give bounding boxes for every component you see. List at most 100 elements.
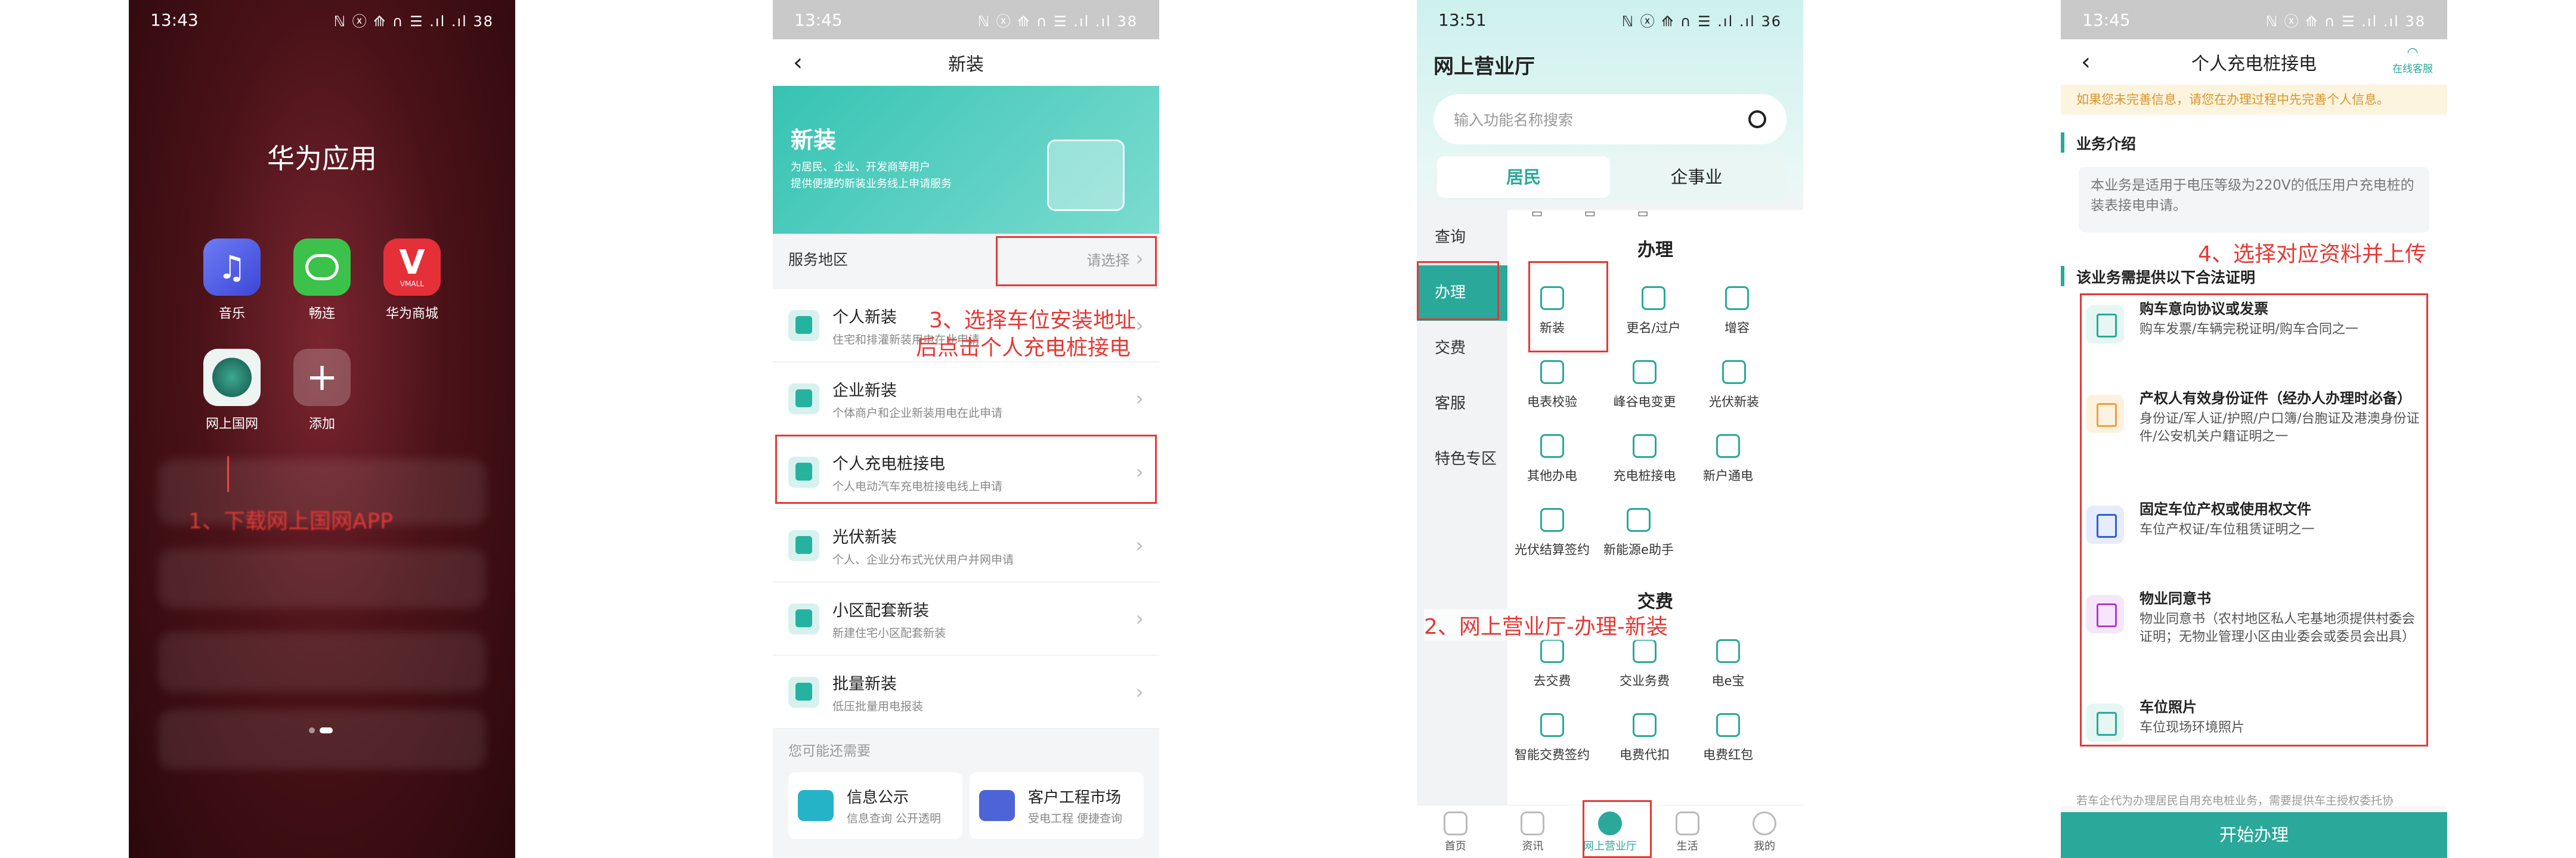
doc-desc: 车位产权证/车位租赁证明之一 xyxy=(2140,522,2315,537)
grid-label: 电e宝 xyxy=(1711,674,1745,688)
list-item[interactable]: 批量新装 低压批量用电报装 › xyxy=(773,656,1159,729)
card-info-public[interactable]: 信息公示 信息查询 公开透明 xyxy=(788,772,962,839)
grid-item[interactable]: 峰谷电变更 xyxy=(1603,360,1686,410)
phone-charging-pile: 13:45 ℕ ⓧ ⟰ ∩ ☰ .ıl .ıl 38 ‹ 个人充电桩接电 ◠ 在线… xyxy=(2061,0,2447,858)
blurred-area xyxy=(159,549,485,608)
annotation-step4: 4、选择对应资料并上传 xyxy=(2198,242,2426,267)
vmall-text: VMALL xyxy=(400,280,425,288)
app-music[interactable]: ♫ 音乐 xyxy=(199,238,265,322)
nav-bar: ‹ 个人充电桩接电 ◠ 在线客服 xyxy=(2061,39,2447,85)
item-desc: 个体商户和企业新装用电在此申请 xyxy=(832,406,1003,420)
back-arrow-icon[interactable]: ‹ xyxy=(793,49,803,76)
grid-item[interactable]: 增容 xyxy=(1695,286,1779,336)
user-icon xyxy=(1753,811,1777,835)
doc-item[interactable]: 物业同意书 物业同意书（农村地区私人宅基地须提供村委会证明；无物业管理小区由业委会… xyxy=(2086,589,2422,679)
home-power-icon xyxy=(1716,434,1740,458)
status-time: 13:45 xyxy=(794,10,843,30)
chevron-right-icon: › xyxy=(1135,386,1144,411)
smart-pay-icon xyxy=(1540,713,1564,737)
grid-item[interactable]: 交业务费 xyxy=(1603,639,1686,689)
bottom-nav-life[interactable]: 生活 xyxy=(1649,806,1726,858)
rename-icon xyxy=(1642,286,1665,310)
search-input[interactable]: 输入功能名称搜索 xyxy=(1454,109,1573,130)
nav-special[interactable]: 特色专区 xyxy=(1417,432,1507,487)
grid-label: 增容 xyxy=(1724,321,1750,335)
grid-label: 电表校验 xyxy=(1527,395,1577,409)
building-icon xyxy=(788,603,819,634)
doc-item[interactable]: 固定车位产权或使用权文件 车位产权证/车位租赁证明之一 xyxy=(2086,500,2422,576)
item-desc: 低压批量用电报装 xyxy=(832,699,924,713)
search-icon[interactable] xyxy=(1748,110,1766,128)
app-chat[interactable]: 畅连 xyxy=(289,238,355,322)
solar-settle-icon xyxy=(1540,508,1564,532)
phone-new-install: 13:45 ℕ ⓧ ⟰ ∩ ☰ .ıl .ıl 38 ‹ 新装 新装 为居民、企… xyxy=(773,0,1159,858)
grid-item[interactable]: 新能源e助手 xyxy=(1597,508,1680,558)
enterprise-install-icon xyxy=(788,383,819,414)
status-bar: 13:43 ℕ ⓧ ⟰ ∩ ☰ .ıl .ıl 38 xyxy=(129,0,515,39)
photo-icon xyxy=(2086,704,2124,742)
doc-item[interactable]: 购车意向协议或发票购车发票/车辆完税证明/购车合同之一 xyxy=(2086,299,2422,376)
tools-icon xyxy=(979,790,1015,821)
item-title: 小区配套新装 xyxy=(832,601,929,620)
card-project-market[interactable]: 客户工程市场 受电工程 便捷查询 xyxy=(970,772,1144,839)
solar-icon xyxy=(1722,360,1746,384)
grid-item[interactable]: 充电桩接电 xyxy=(1603,434,1686,484)
grid-item[interactable]: 光伏新装 xyxy=(1692,360,1776,410)
parking-icon xyxy=(2086,506,2124,544)
phone-home-screen: 13:43 ℕ ⓧ ⟰ ∩ ☰ .ıl .ıl 38 华为应用 ♫ 音乐 畅连 … xyxy=(129,0,515,858)
folder-title: 华为应用 xyxy=(267,143,377,175)
grid-item[interactable]: 智能交费签约 xyxy=(1510,713,1594,763)
grid-item[interactable]: 电表校验 xyxy=(1510,360,1594,410)
app-add[interactable]: + 添加 xyxy=(289,349,355,432)
annotation-step1: 1、下载网上国网APP xyxy=(188,509,393,534)
grid-item[interactable]: 新户通电 xyxy=(1686,434,1770,484)
grid-label: 智能交费签约 xyxy=(1515,748,1590,762)
grid-item[interactable]: 其他办电 xyxy=(1510,434,1594,484)
online-service-button[interactable]: ◠ 在线客服 xyxy=(2392,45,2433,75)
charging-icon xyxy=(1633,434,1657,458)
card-desc: 受电工程 便捷查询 xyxy=(1028,812,1123,825)
tab-enterprise[interactable]: 企事业 xyxy=(1610,156,1783,198)
grid-label: 交业务费 xyxy=(1620,674,1670,688)
grid-item[interactable]: 电e宝 xyxy=(1686,639,1770,689)
banner-subtitle: 提供便捷的新装业务线上申请服务 xyxy=(791,178,952,190)
nav-query[interactable]: 查询 xyxy=(1417,210,1507,265)
grid-item[interactable]: 电费代扣 xyxy=(1603,713,1686,763)
doc-desc: 购车发票/车辆完税证明/购车合同之一 xyxy=(2140,322,2358,337)
status-icons: ℕ ⓧ ⟰ ∩ ☰ .ıl .ıl 38 xyxy=(333,13,494,30)
status-time: 13:45 xyxy=(2082,10,2131,30)
page-title: 新装 xyxy=(948,54,984,75)
app-state-grid[interactable]: 网上国网 xyxy=(199,349,265,432)
grid-item[interactable]: 去交费 xyxy=(1510,639,1594,689)
bottom-nav-home[interactable]: 首页 xyxy=(1417,806,1494,858)
nav-service[interactable]: 客服 xyxy=(1417,376,1507,432)
grid-item[interactable]: 电费红包 xyxy=(1686,713,1770,763)
bottom-nav-news[interactable]: 资讯 xyxy=(1494,806,1572,858)
status-time: 13:51 xyxy=(1438,10,1487,30)
grid-item[interactable]: 更名/过户 xyxy=(1612,286,1695,336)
blurred-area xyxy=(159,710,485,769)
bottom-nav-me[interactable]: 我的 xyxy=(1726,806,1803,858)
doc-title: 购车意向协议或发票 xyxy=(2140,301,2268,317)
list-item[interactable]: 企业新装 个体商户和企业新装用电在此申请 › xyxy=(773,363,1159,435)
list-item[interactable]: 光伏新装 个人、企业分布式光伏用户并网申请 › xyxy=(773,509,1159,582)
banner-title: 新装 xyxy=(791,127,837,153)
start-button[interactable]: 开始办理 xyxy=(2061,812,2447,858)
vmall-icon: V VMALL xyxy=(383,238,441,296)
app-vmall[interactable]: V VMALL 华为商城 xyxy=(379,238,445,322)
tab-resident[interactable]: 居民 xyxy=(1437,156,1610,198)
back-arrow-icon[interactable]: ‹ xyxy=(2081,48,2091,76)
status-bar: 13:45 ℕ ⓧ ⟰ ∩ ☰ .ıl .ıl 38 xyxy=(773,0,1159,39)
section-handle: 办理 xyxy=(1637,240,1673,261)
bottom-nav-label: 生活 xyxy=(1676,840,1698,853)
nav-pay[interactable]: 交费 xyxy=(1417,321,1507,376)
grid-label: 电费红包 xyxy=(1703,748,1753,762)
search-bar[interactable]: 输入功能名称搜索 xyxy=(1433,94,1787,144)
annotation-box xyxy=(775,435,1157,504)
doc-item[interactable]: 产权人有效身份证件（经办人办理时必备） 身份证/军人证/护照/户口簿/台胞证及港澳… xyxy=(2086,389,2422,478)
business-fee-icon xyxy=(1633,639,1657,663)
grid-item[interactable]: 光伏结算签约 xyxy=(1510,508,1594,558)
doc-item[interactable]: 车位照片 车位现场环境照片 xyxy=(2086,698,2422,774)
list-item[interactable]: 小区配套新装 新建住宅小区配套新装 › xyxy=(773,583,1159,655)
grid-label: 更名/过户 xyxy=(1626,321,1681,335)
